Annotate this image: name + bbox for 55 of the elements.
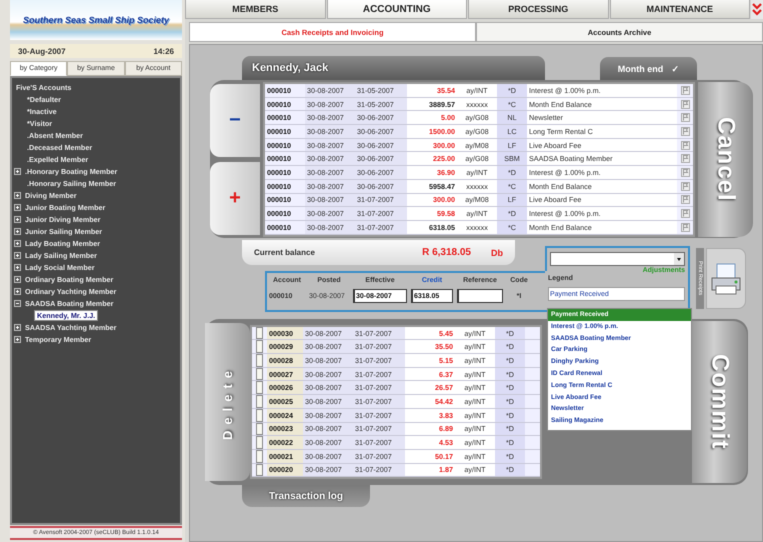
expand-icon[interactable] — [14, 168, 21, 174]
flag-icon — [680, 100, 690, 109]
expand-icon[interactable] — [14, 336, 21, 342]
main-tab[interactable]: PROCESSING — [468, 0, 608, 19]
flag-icon — [680, 126, 690, 136]
flag-icon — [680, 209, 690, 218]
adjustment-type-select[interactable] — [550, 252, 685, 266]
scroll-down-icon[interactable] — [751, 0, 763, 19]
row-checkbox[interactable] — [256, 368, 263, 380]
main-tab[interactable]: ACCOUNTING — [326, 0, 467, 19]
expand-icon[interactable] — [14, 324, 21, 330]
flag-icon — [680, 195, 690, 204]
add-button[interactable]: + — [210, 162, 260, 235]
month-end-button[interactable]: Month end ✓ — [600, 57, 697, 80]
printer-icon — [709, 262, 743, 296]
expand-icon[interactable] — [14, 216, 21, 222]
member-name: Kennedy, Jack — [242, 56, 545, 80]
expand-icon[interactable] — [14, 228, 21, 234]
main-tab[interactable]: MAINTENANCE — [610, 0, 750, 19]
expand-icon[interactable] — [14, 204, 21, 210]
row-checkbox[interactable] — [256, 436, 263, 449]
collapse-icon[interactable] — [14, 300, 21, 306]
time-text: 14:26 — [154, 46, 174, 56]
flag-icon — [680, 86, 690, 95]
expand-icon[interactable] — [14, 276, 21, 282]
row-checkbox[interactable] — [256, 340, 263, 354]
print-button[interactable] — [706, 248, 746, 309]
flag-icon — [680, 154, 690, 164]
reference-field[interactable] — [457, 289, 503, 303]
row-checkbox[interactable] — [256, 381, 263, 394]
expand-icon[interactable] — [14, 288, 21, 294]
row-checkbox[interactable] — [256, 422, 263, 436]
main-tab[interactable]: MEMBERS — [185, 0, 326, 19]
flag-icon — [680, 113, 690, 122]
expand-icon[interactable] — [14, 192, 21, 198]
row-checkbox[interactable] — [256, 395, 263, 408]
date-text: 30-Aug-2007 — [18, 46, 66, 56]
row-checkbox[interactable] — [256, 408, 263, 422]
expand-icon[interactable] — [14, 264, 21, 270]
expand-icon[interactable] — [14, 252, 21, 258]
row-checkbox[interactable] — [256, 354, 263, 367]
balance-amount: R 6,318.05 — [422, 247, 471, 258]
row-checkbox[interactable] — [256, 326, 263, 340]
row-checkbox[interactable] — [256, 450, 263, 463]
remove-button[interactable]: − — [210, 84, 260, 157]
flag-icon — [680, 222, 690, 232]
balance-label: Current balance — [254, 248, 315, 257]
expand-icon[interactable] — [14, 240, 21, 246]
row-checkbox[interactable] — [256, 464, 263, 476]
club-logo: Southern Seas Small Ship Society — [10, 0, 182, 40]
flag-icon — [680, 182, 690, 191]
flag-icon — [680, 168, 690, 177]
flag-icon — [680, 140, 690, 150]
balance-side: Db — [491, 248, 503, 258]
dropdown-caret-icon — [674, 253, 684, 265]
